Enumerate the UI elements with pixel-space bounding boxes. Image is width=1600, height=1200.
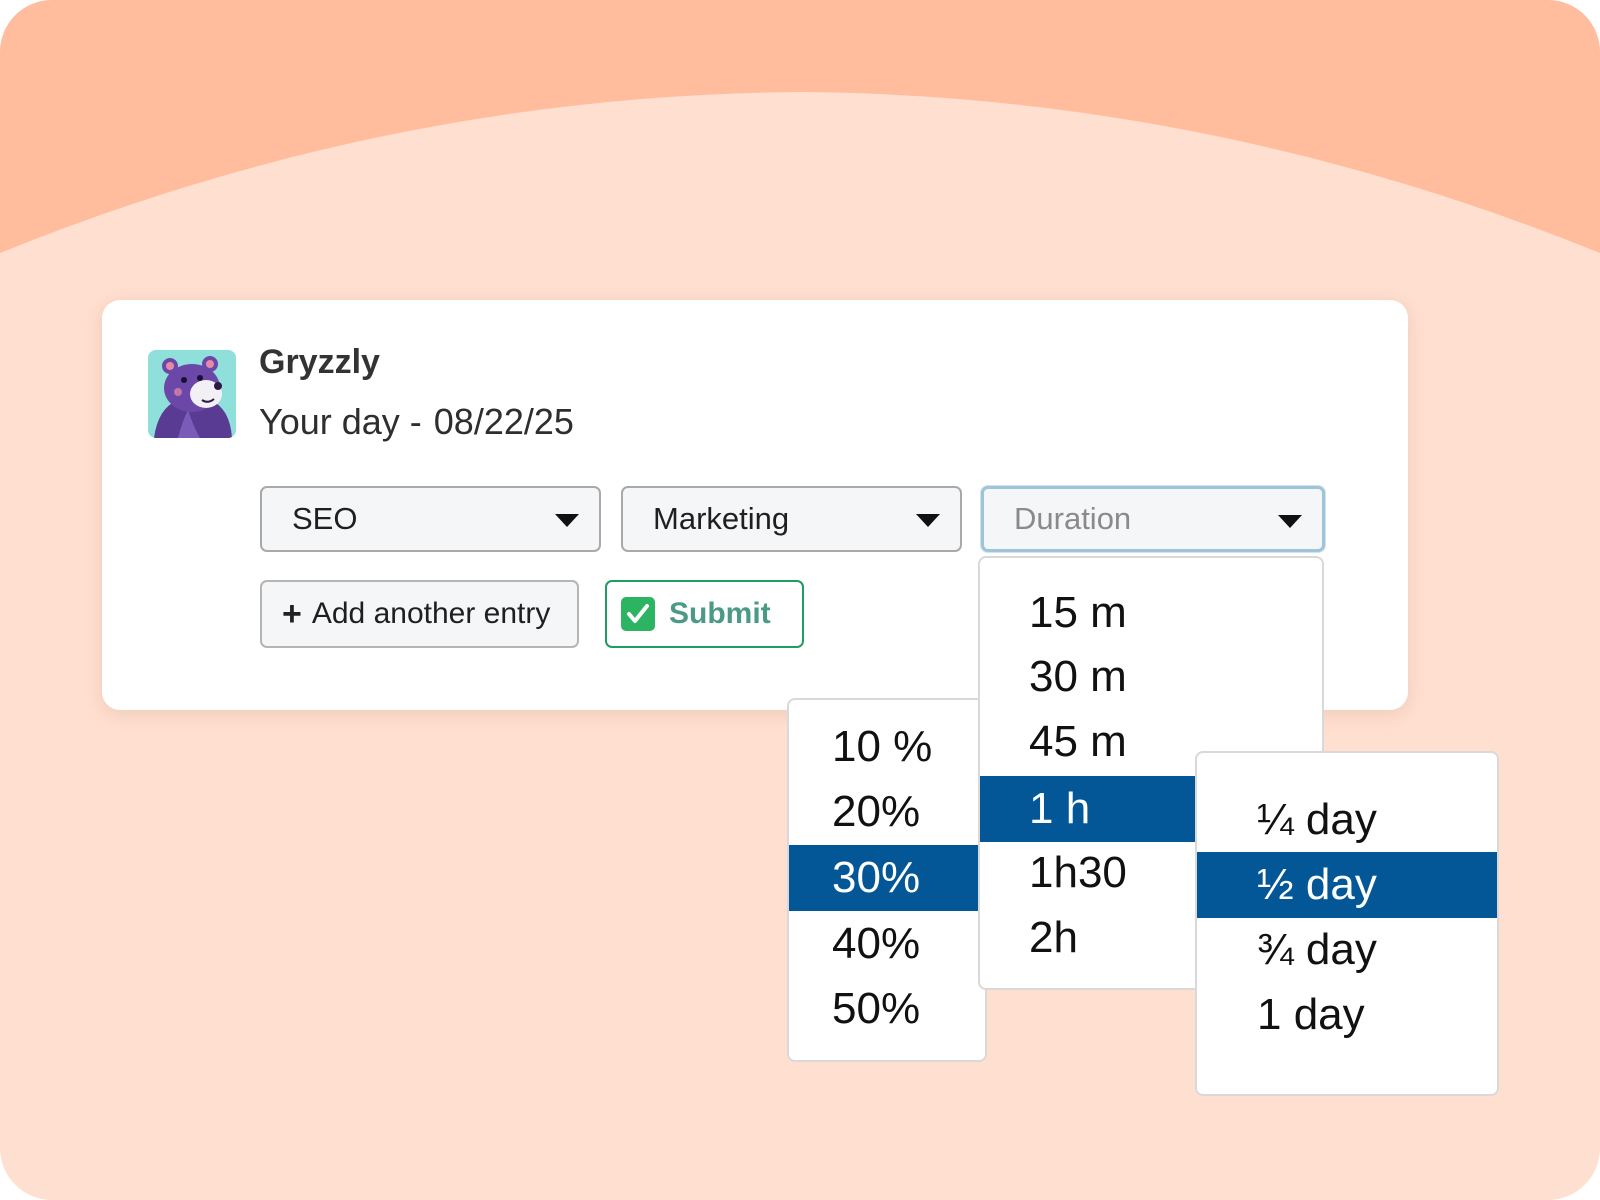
page-title: Your day - 08/22/25 <box>259 401 574 443</box>
day-option[interactable]: ¼ day <box>1197 787 1497 853</box>
day-dropdown-menu: ¼ day ½ day ¾ day 1 day <box>1195 751 1499 1096</box>
add-entry-button[interactable]: + Add another entry <box>260 580 579 648</box>
day-option[interactable]: 1 day <box>1197 982 1497 1048</box>
add-entry-label: Add another entry <box>311 597 551 630</box>
percent-dropdown-menu: 10 % 20% 30% 40% 50% <box>787 698 987 1062</box>
duration-option[interactable]: 30 m <box>980 644 1322 710</box>
check-box-icon <box>621 597 655 631</box>
submit-label: Submit <box>669 597 771 630</box>
percent-option[interactable]: 20% <box>789 779 985 845</box>
project-select[interactable]: SEO <box>260 486 601 552</box>
percent-option[interactable]: 10 % <box>789 714 985 780</box>
category-select[interactable]: Marketing <box>621 486 962 552</box>
subtitle-prefix: Your day - <box>259 401 422 442</box>
duration-option[interactable]: 15 m <box>980 580 1322 646</box>
percent-option[interactable]: 40% <box>789 911 985 977</box>
category-select-value: Marketing <box>653 501 790 536</box>
app-name: Gryzzly <box>259 343 380 381</box>
submit-button[interactable]: Submit <box>605 580 804 648</box>
day-option-selected[interactable]: ½ day <box>1197 852 1497 918</box>
plus-icon: + <box>282 594 302 633</box>
entry-date: 08/22/25 <box>433 401 574 442</box>
duration-select-placeholder: Duration <box>1014 501 1132 536</box>
app-canvas: Gryzzly Your day - 08/22/25 SEO Marketing… <box>0 0 1600 1200</box>
duration-select[interactable]: Duration <box>981 486 1325 552</box>
caret-down-icon <box>1278 515 1302 528</box>
caret-down-icon <box>916 514 940 527</box>
project-select-value: SEO <box>292 501 358 536</box>
day-option[interactable]: ¾ day <box>1197 917 1497 983</box>
percent-option-selected[interactable]: 30% <box>789 845 985 911</box>
caret-down-icon <box>555 514 579 527</box>
bear-mascot-icon <box>148 350 236 438</box>
percent-option[interactable]: 50% <box>789 976 985 1042</box>
